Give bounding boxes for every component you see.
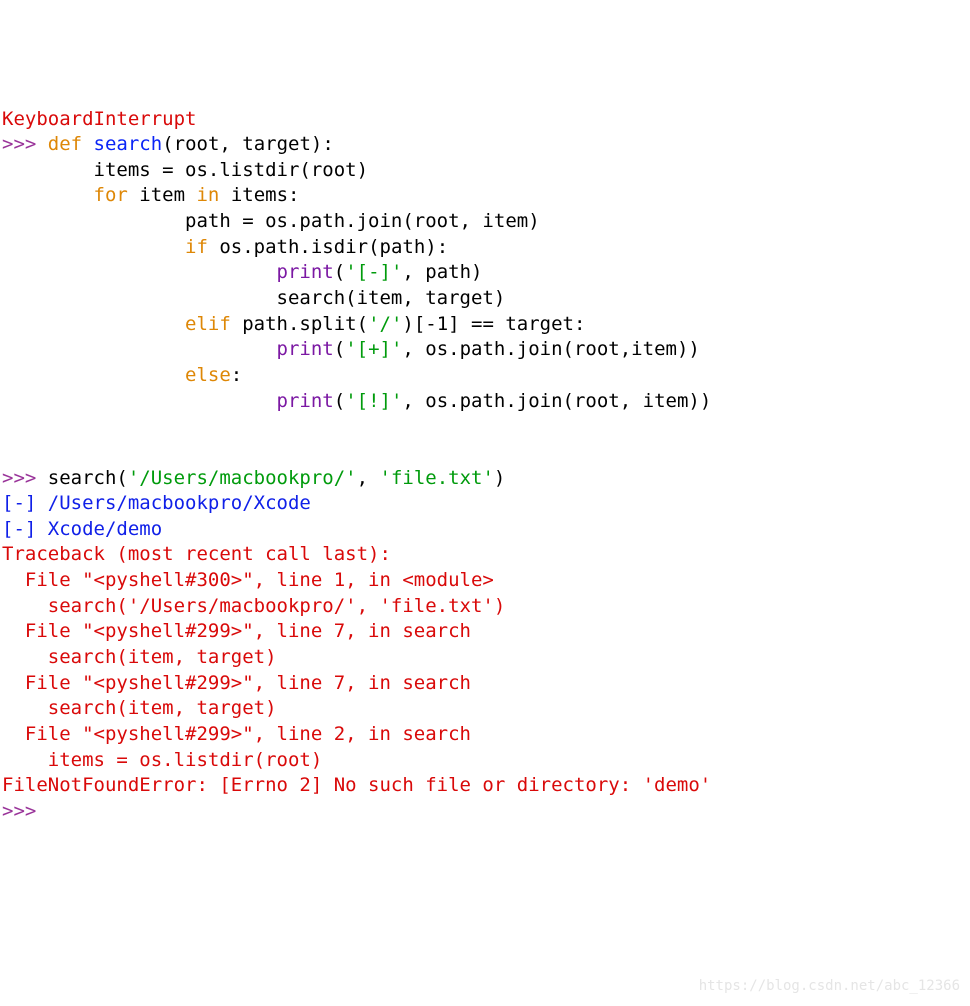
stdout-line: [-] /Users/macbookpro/Xcode: [2, 492, 311, 514]
code-line: path = os.path.join(root, item): [2, 210, 540, 232]
string-literal: '[-]': [345, 261, 402, 283]
code-text: , os.path.join(root, item)): [402, 390, 711, 412]
code-text: items:: [219, 184, 299, 206]
string-literal: '/': [368, 313, 402, 335]
paren-open: (: [334, 390, 345, 412]
call-text: search(: [48, 467, 128, 489]
prev-traceback-tail: KeyboardInterrupt: [2, 108, 196, 130]
indent: [2, 236, 185, 258]
code-text: path.split(: [231, 313, 368, 335]
indent: [2, 261, 277, 283]
indent: [2, 390, 277, 412]
code-text: item: [128, 184, 197, 206]
code-text: os.path.isdir(path):: [208, 236, 448, 258]
traceback-line: items = os.listdir(root): [2, 749, 322, 771]
indent: [2, 313, 185, 335]
keyword-def: def: [48, 133, 82, 155]
keyword-else: else: [185, 364, 231, 386]
paren-open: (: [334, 261, 345, 283]
keyword-in: in: [196, 184, 219, 206]
code-text: , os.path.join(root,item)): [402, 338, 699, 360]
prompt: >>>: [2, 467, 48, 489]
indent: [2, 364, 185, 386]
code-text: , path): [402, 261, 482, 283]
builtin-print: print: [277, 338, 334, 360]
def-signature: (root, target):: [162, 133, 334, 155]
keyword-for: for: [94, 184, 128, 206]
paren-close: ): [494, 467, 505, 489]
comma: ,: [357, 467, 380, 489]
string-literal: '[!]': [345, 390, 402, 412]
traceback-line: File "<pyshell#300>", line 1, in <module…: [2, 569, 494, 591]
string-literal: '[+]': [345, 338, 402, 360]
colon: :: [231, 364, 242, 386]
traceback-line: search(item, target): [2, 697, 277, 719]
keyword-elif: elif: [185, 313, 231, 335]
watermark: https://blog.csdn.net/abc_12366: [699, 977, 960, 996]
traceback-line: search('/Users/macbookpro/', 'file.txt'): [2, 595, 505, 617]
indent: [2, 338, 277, 360]
paren-open: (: [334, 338, 345, 360]
keyword-if: if: [185, 236, 208, 258]
traceback-line: Traceback (most recent call last):: [2, 543, 391, 565]
stdout-line: [-] Xcode/demo: [2, 518, 162, 540]
traceback-line: File "<pyshell#299>", line 2, in search: [2, 723, 471, 745]
code-line: items = os.listdir(root): [2, 159, 368, 181]
prompt: >>>: [2, 800, 36, 822]
code-listing: KeyboardInterrupt >>> def search(root, t…: [2, 107, 964, 825]
traceback-line: File "<pyshell#299>", line 7, in search: [2, 620, 471, 642]
prompt: >>>: [2, 133, 48, 155]
code-line: search(item, target): [2, 287, 505, 309]
builtin-print: print: [277, 390, 334, 412]
traceback-line: FileNotFoundError: [Errno 2] No such fil…: [2, 774, 711, 796]
builtin-print: print: [277, 261, 334, 283]
string-literal: 'file.txt': [380, 467, 494, 489]
traceback-line: File "<pyshell#299>", line 7, in search: [2, 672, 471, 694]
string-literal: '/Users/macbookpro/': [128, 467, 357, 489]
function-name: search: [94, 133, 163, 155]
code-text: )[-1] == target:: [402, 313, 585, 335]
traceback-line: search(item, target): [2, 646, 277, 668]
indent: [2, 184, 94, 206]
